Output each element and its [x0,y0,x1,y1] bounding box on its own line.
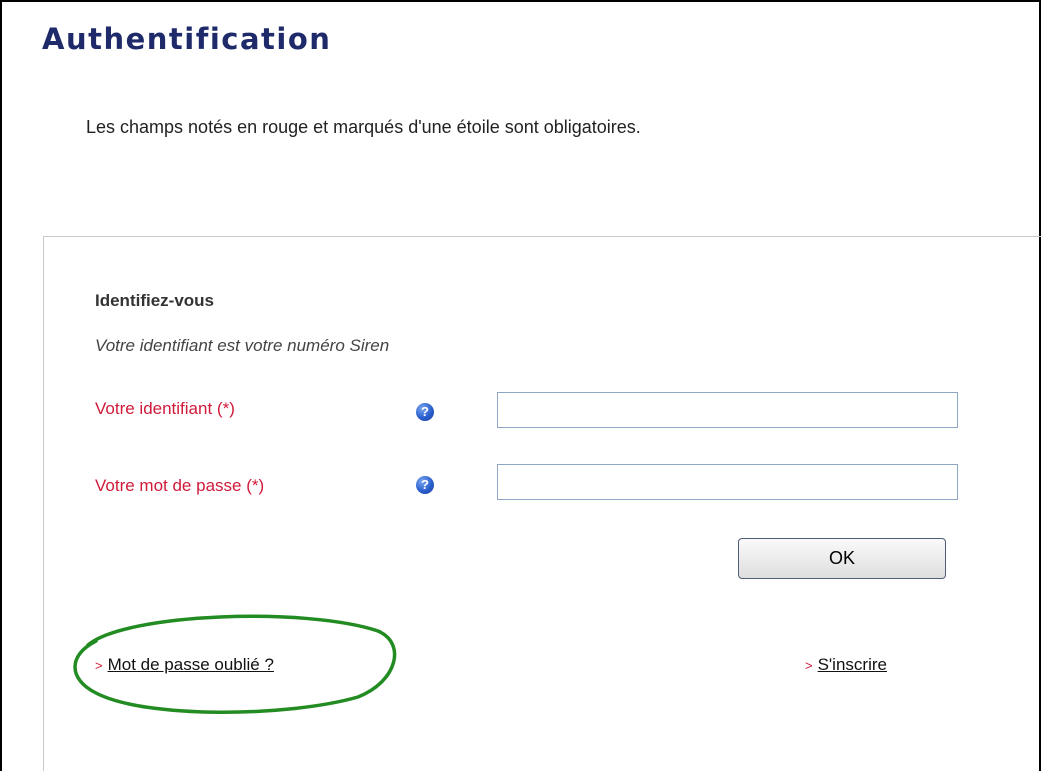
password-input[interactable] [497,464,958,500]
window-border-top [0,0,1041,2]
register-link[interactable]: S'inscrire [818,655,887,674]
identifier-input[interactable] [497,392,958,428]
identifier-hint: Votre identifiant est votre numéro Siren [95,336,390,355]
identifier-help-icon[interactable]: ? [416,403,434,421]
password-label: Votre mot de passe (*) [95,476,265,495]
register-arrow-icon: > [805,658,813,673]
login-panel [43,236,1041,771]
required-fields-notice: Les champs notés en rouge et marqués d'u… [86,117,641,137]
password-help-icon[interactable]: ? [416,476,434,494]
window-border-left [0,0,2,771]
page-title: Authentification [42,22,332,56]
authentication-page: Authentification Les champs notés en rou… [0,0,1041,771]
identifier-label: Votre identifiant (*) [95,399,235,418]
register-row: > S'inscrire [805,655,887,675]
login-section-title: Identifiez-vous [95,291,215,310]
forgot-password-row: > Mot de passe oublié ? [95,655,274,675]
ok-button[interactable]: OK [738,538,946,579]
forgot-password-arrow-icon: > [95,658,103,673]
forgot-password-link[interactable]: Mot de passe oublié ? [108,655,274,674]
